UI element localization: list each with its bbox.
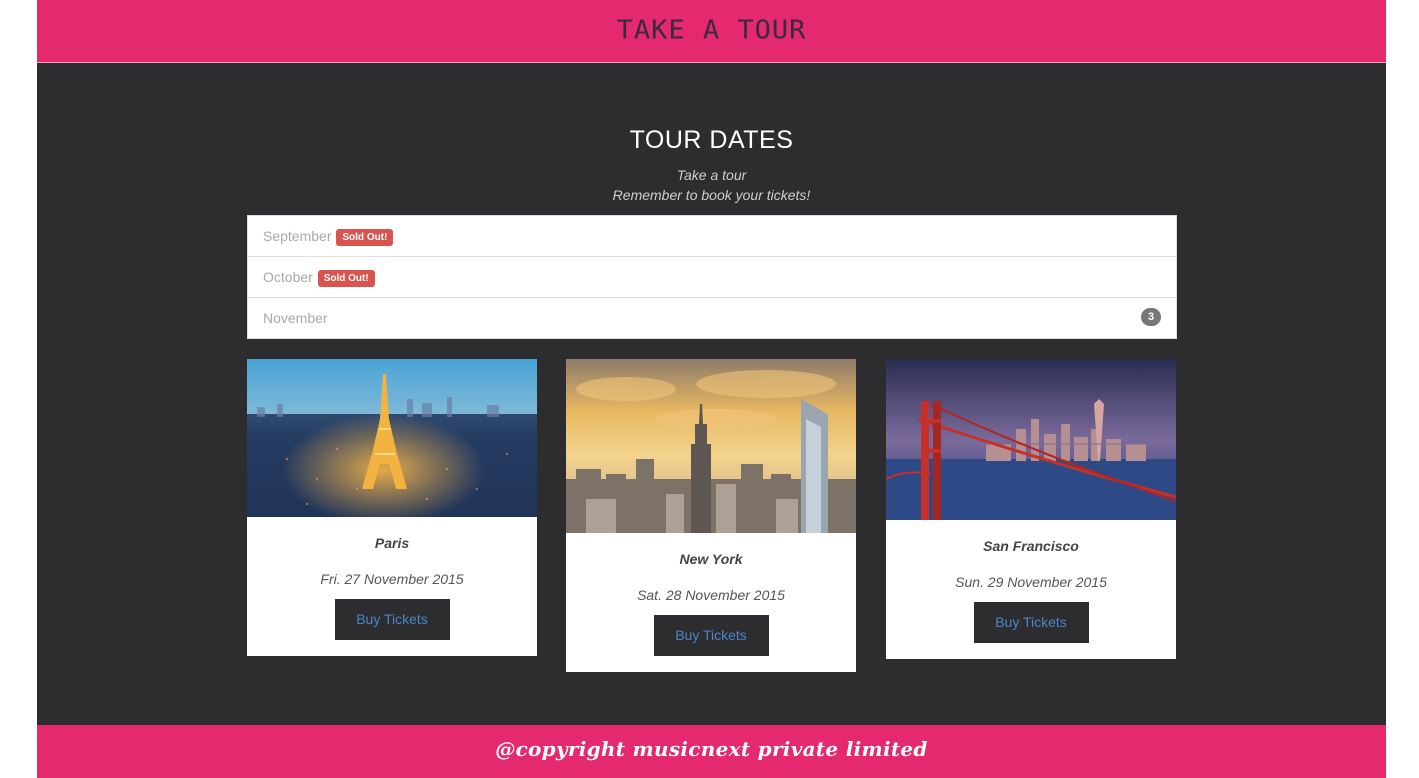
month-item-october[interactable]: October Sold Out! bbox=[248, 257, 1176, 298]
month-label: November bbox=[263, 310, 328, 326]
sold-out-badge: Sold Out! bbox=[336, 229, 394, 246]
month-label: September bbox=[263, 228, 332, 244]
new-york-skyline-sunset-image bbox=[566, 359, 856, 533]
card-city: New York bbox=[679, 551, 743, 567]
tour-card-paris: Paris Fri. 27 November 2015 Buy Tickets bbox=[247, 359, 537, 656]
tour-subtitle: Take a tour bbox=[676, 167, 747, 183]
page-frame: TAKE A TOUR TOUR DATES Take a tour Remem… bbox=[37, 0, 1386, 778]
month-list: September Sold Out! October Sold Out! No… bbox=[247, 215, 1177, 339]
main-content: TOUR DATES Take a tour Remember to book … bbox=[37, 63, 1386, 725]
month-item-september[interactable]: September Sold Out! bbox=[248, 216, 1176, 257]
sold-out-badge: Sold Out! bbox=[317, 270, 375, 287]
footer: @copyright musicnext private limited bbox=[37, 725, 1386, 778]
card-city: San Francisco bbox=[983, 538, 1079, 554]
tour-reminder: Remember to book your tickets! bbox=[612, 187, 811, 203]
top-header: TAKE A TOUR bbox=[37, 0, 1386, 63]
golden-gate-bridge-image bbox=[886, 359, 1176, 520]
count-badge: 3 bbox=[1141, 308, 1161, 326]
tour-card-san-francisco: San Francisco Sun. 29 November 2015 Buy … bbox=[886, 359, 1176, 659]
month-label: October bbox=[263, 269, 313, 285]
tour-dates-heading: TOUR DATES bbox=[629, 126, 794, 154]
copyright-text: @copyright musicnext private limited bbox=[495, 737, 928, 761]
tour-card-new-york: New York Sat. 28 November 2015 Buy Ticke… bbox=[566, 359, 856, 672]
month-item-november[interactable]: November 3 bbox=[248, 298, 1176, 338]
buy-tickets-button[interactable]: Buy Tickets bbox=[334, 599, 450, 640]
buy-tickets-button[interactable]: Buy Tickets bbox=[653, 615, 769, 656]
paris-eiffel-tower-night-image bbox=[247, 359, 537, 517]
card-date: Sat. 28 November 2015 bbox=[637, 587, 785, 603]
buy-tickets-button[interactable]: Buy Tickets bbox=[973, 602, 1089, 643]
card-city: Paris bbox=[374, 535, 410, 551]
card-date: Sun. 29 November 2015 bbox=[955, 574, 1107, 590]
card-date: Fri. 27 November 2015 bbox=[320, 571, 464, 587]
site-title: TAKE A TOUR bbox=[616, 15, 807, 46]
